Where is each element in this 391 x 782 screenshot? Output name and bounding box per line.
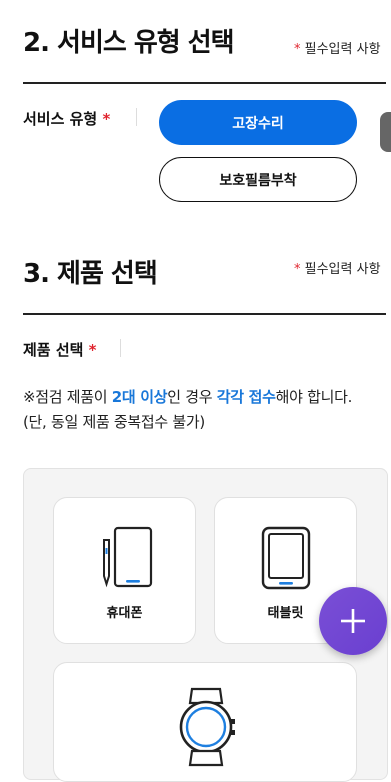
service-option-label: 고장수리 xyxy=(232,115,284,132)
required-star: * xyxy=(88,341,97,359)
section-divider xyxy=(23,313,386,315)
product-select-label-text: 제품 선택 xyxy=(23,341,84,359)
notice-prefix: ※점검 제품이 xyxy=(23,388,112,406)
product-card-watch[interactable] xyxy=(53,662,357,782)
service-type-label-text: 서비스 유형 xyxy=(23,110,98,128)
required-star: * xyxy=(294,42,301,57)
plus-icon xyxy=(341,609,365,633)
phone-icon xyxy=(103,526,153,588)
service-option-film-button[interactable]: 보호필름부착 xyxy=(159,157,357,202)
notice-suffix: 해야 합니다. xyxy=(275,388,353,406)
section-divider xyxy=(23,82,386,84)
service-option-repair-button[interactable]: 고장수리 xyxy=(159,100,357,145)
section-2-title: 2. 서비스 유형 선택 xyxy=(23,28,235,58)
service-type-label: 서비스 유형 * xyxy=(23,108,110,129)
product-select-label: 제품 선택 * xyxy=(23,339,97,360)
notice-highlight-separate: 각각 접수 xyxy=(216,388,276,406)
label-divider xyxy=(120,339,121,357)
required-note-text: 필수입력 사항 xyxy=(304,262,381,277)
notice-mid: 인 경우 xyxy=(167,388,217,406)
required-star: * xyxy=(294,262,301,277)
product-card-phone[interactable]: 휴대폰 xyxy=(53,497,196,644)
watch-icon xyxy=(179,687,235,767)
notice-highlight-count: 2대 이상 xyxy=(111,388,168,406)
side-drawer-handle[interactable] xyxy=(380,112,391,152)
required-note: * 필수입력 사항 xyxy=(294,258,381,277)
section-3-title: 3. 제품 선택 xyxy=(23,259,158,289)
tablet-icon xyxy=(261,526,311,590)
service-option-label: 보호필름부착 xyxy=(219,172,297,189)
required-star: * xyxy=(102,110,111,128)
add-fab-button[interactable] xyxy=(319,587,387,655)
label-divider xyxy=(136,108,137,126)
product-card-label: 휴대폰 xyxy=(106,606,143,621)
required-note-text: 필수입력 사항 xyxy=(304,42,381,57)
required-note: * 필수입력 사항 xyxy=(294,38,381,57)
multi-product-notice: ※점검 제품이 2대 이상인 경우 각각 접수해야 합니다. (단, 동일 제품… xyxy=(23,385,383,435)
notice-line2: (단, 동일 제품 중복접수 불가) xyxy=(23,413,205,431)
